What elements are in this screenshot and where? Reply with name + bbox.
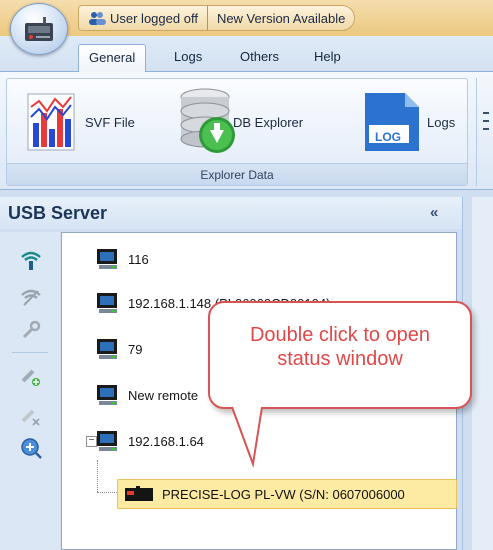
zoom-button[interactable]	[14, 434, 48, 462]
application-menu-button[interactable]	[10, 3, 68, 55]
wifi-connect-icon	[21, 251, 41, 270]
user-status[interactable]: User logged off	[79, 6, 207, 30]
svf-file-icon	[27, 93, 75, 151]
device-node-label: PRECISE-LOG PL-VW (S/N: 0607006000	[162, 486, 405, 502]
logs-label: Logs	[427, 114, 456, 130]
computer-icon	[97, 339, 117, 359]
selected-device-node[interactable]: PRECISE-LOG PL-VW (S/N: 0607006000	[117, 479, 457, 509]
db-explorer-label: DB Explorer	[233, 114, 304, 130]
users-icon	[89, 12, 106, 25]
computer-icon	[97, 293, 117, 313]
quick-access-bar: User logged off New Version Available	[78, 5, 356, 31]
instruction-callout: Double click to open status window	[208, 301, 472, 409]
tab-others-label: Others	[240, 49, 280, 64]
svf-file-label: SVF File	[85, 114, 135, 130]
computer-icon	[97, 385, 117, 405]
tab-logs-label: Logs	[174, 49, 203, 64]
tab-help[interactable]: Help	[304, 44, 351, 72]
explorer-data-group: SVF File DB Explorer LOG Logs Explorer D…	[6, 78, 468, 186]
add-server-icon	[21, 369, 40, 386]
disconnect-button[interactable]	[14, 284, 48, 312]
tab-general-label: General	[89, 50, 136, 65]
tree-node-label: 79	[128, 341, 143, 357]
toolbar-separator	[12, 352, 48, 353]
panel-toolbar	[0, 232, 60, 550]
ribbon: SVF File DB Explorer LOG Logs Explorer D…	[0, 72, 493, 190]
zoom-in-icon	[21, 438, 42, 459]
tree-node-label: 192.168.1.64	[128, 433, 204, 449]
tab-logs[interactable]: Logs	[164, 44, 212, 72]
remove-server-icon	[21, 409, 40, 426]
main-content-area	[472, 197, 493, 550]
ribbon-tab-row: General Logs Others Help	[0, 36, 493, 73]
settings-button[interactable]	[14, 316, 48, 344]
callout-line-1: Double click to open	[249, 324, 431, 346]
app-logo-icon	[25, 17, 53, 41]
group-label: Explorer Data	[7, 163, 467, 185]
connect-button[interactable]	[14, 246, 48, 274]
tree-guide-line	[97, 460, 98, 492]
computer-icon	[97, 431, 117, 451]
computer-icon	[97, 249, 117, 269]
tree-node-label: 116	[128, 251, 149, 267]
panel-header: USB Server «	[0, 197, 472, 229]
tab-help-label: Help	[314, 49, 341, 64]
wrench-icon	[22, 320, 41, 339]
version-status-label: New Version Available	[216, 10, 346, 26]
tab-general[interactable]: General	[78, 44, 147, 73]
wifi-disconnect-icon	[21, 289, 41, 306]
tree-guide-line	[97, 492, 117, 493]
logs-button[interactable]: LOG Logs	[363, 87, 455, 157]
add-server-button[interactable]	[14, 362, 48, 390]
svf-file-button[interactable]: SVF File	[27, 87, 135, 157]
database-download-icon	[180, 88, 235, 153]
tree-node[interactable]: 192.168.1.64	[96, 427, 204, 455]
collapse-panel-button[interactable]: «	[430, 204, 438, 221]
tree-node[interactable]: 116	[96, 245, 149, 273]
log-icon-text: LOG	[375, 130, 401, 144]
title-strip: User logged off New Version Available	[0, 0, 493, 36]
tree-node[interactable]: 79	[96, 335, 142, 363]
remove-server-button[interactable]	[14, 402, 48, 430]
user-status-label: User logged off	[110, 10, 198, 26]
db-explorer-button[interactable]: DB Explorer	[177, 87, 303, 157]
tab-others[interactable]: Others	[230, 44, 289, 72]
tree-node-label: New remote	[128, 387, 199, 403]
callout-line-2: status window	[277, 348, 403, 370]
callout-pointer	[231, 406, 263, 468]
callout-text: Double click to open status window	[210, 323, 470, 371]
version-status[interactable]: New Version Available	[206, 6, 354, 30]
tree-node[interactable]: New remote	[96, 381, 198, 409]
panel-title: USB Server	[8, 203, 108, 223]
ribbon-next-group-edge	[476, 78, 490, 186]
data-logger-icon	[125, 486, 153, 501]
